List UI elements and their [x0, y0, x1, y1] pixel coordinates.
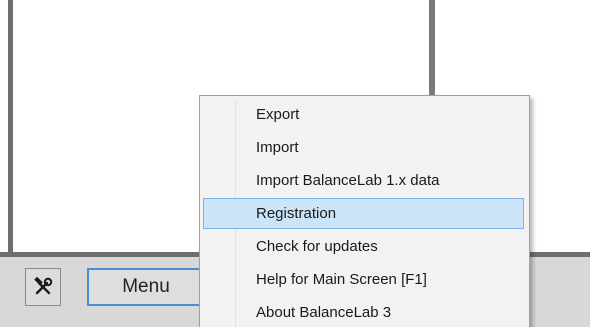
menu-button[interactable]: Menu	[87, 268, 205, 306]
menu-item-import[interactable]: Import	[203, 132, 524, 163]
tools-icon	[34, 277, 53, 295]
menu-item-export[interactable]: Export	[203, 99, 524, 130]
menu-item-registration[interactable]: Registration	[203, 198, 524, 229]
context-menu: Export Import Import BalanceLab 1.x data…	[199, 95, 530, 327]
menu-item-about[interactable]: About BalanceLab 3	[203, 297, 524, 327]
panel-left-border	[8, 0, 13, 258]
app-window: Menu Export Import Import BalanceLab 1.x…	[0, 0, 590, 327]
tools-button[interactable]	[25, 268, 61, 306]
menu-item-import-balancelab-1x[interactable]: Import BalanceLab 1.x data	[203, 165, 524, 196]
menu-item-help-main-screen[interactable]: Help for Main Screen [F1]	[203, 264, 524, 295]
menu-item-check-for-updates[interactable]: Check for updates	[203, 231, 524, 262]
